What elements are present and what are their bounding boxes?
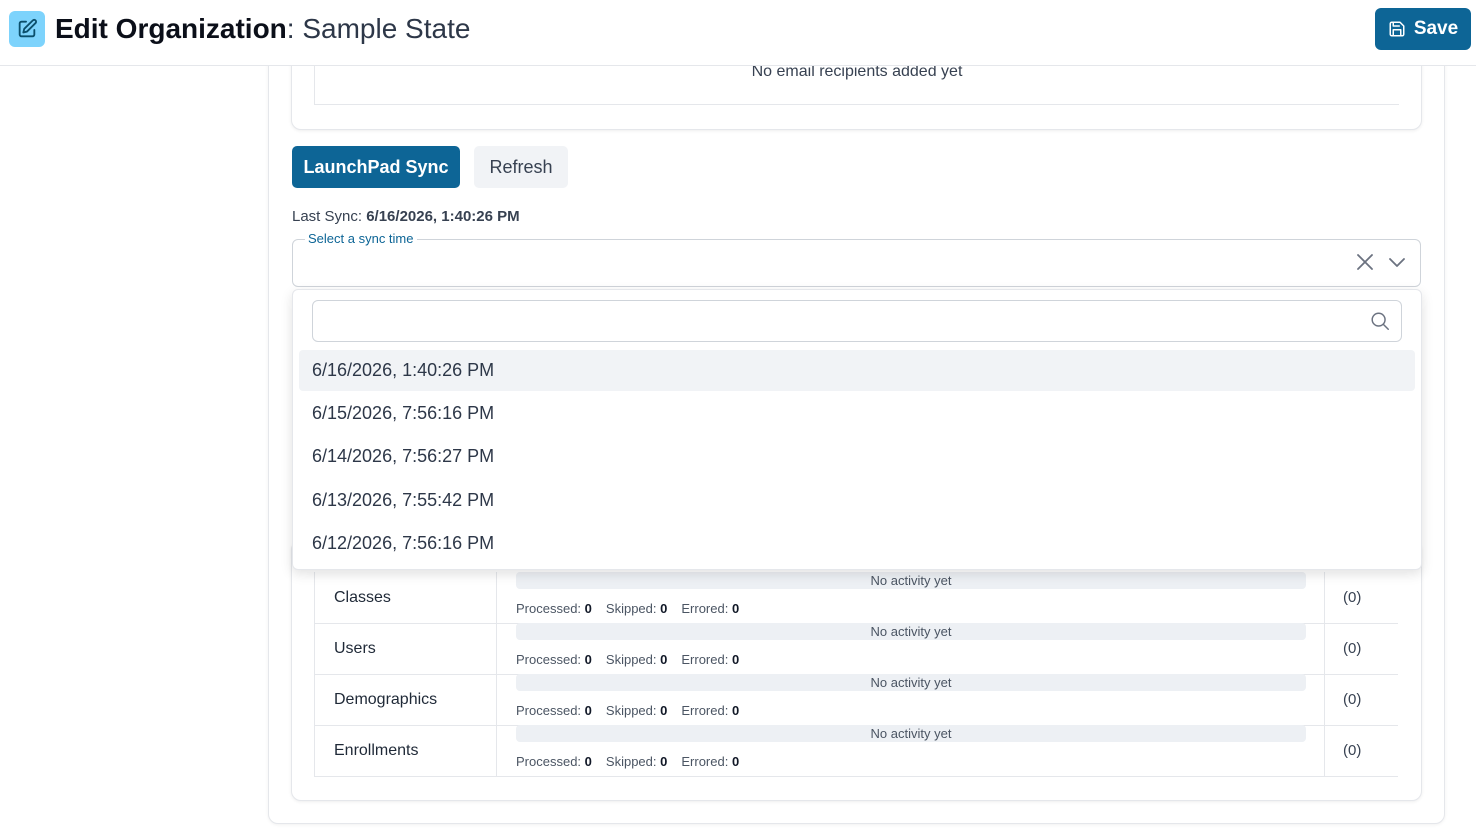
errored-count: 0 xyxy=(731,652,740,667)
processed-label: Processed: xyxy=(516,652,582,667)
dropdown-option[interactable]: 6/15/2026, 7:56:16 PM xyxy=(299,393,1415,434)
launchpad-sync-button[interactable]: LaunchPad Sync xyxy=(292,146,460,188)
dropdown-option[interactable]: 6/16/2026, 1:40:26 PM xyxy=(299,350,1415,391)
processed-count: 0 xyxy=(584,601,592,616)
errored-label: Errored: xyxy=(681,754,729,769)
processed-count: 0 xyxy=(584,652,592,667)
dropdown-option[interactable]: 6/14/2026, 7:56:27 PM xyxy=(299,436,1415,477)
progress-bar: No activity yet xyxy=(516,725,1306,742)
dropdown-search-input[interactable] xyxy=(312,300,1402,342)
dropdown-option[interactable]: 6/13/2026, 7:55:42 PM xyxy=(299,480,1415,521)
row-stats: Processed: 0 Skipped: 0 Errored: 0 xyxy=(516,652,753,667)
skipped-count: 0 xyxy=(660,754,668,769)
edit-icon xyxy=(9,11,45,47)
skipped-label: Skipped: xyxy=(605,754,657,769)
row-count: (0) xyxy=(1324,725,1398,776)
refresh-button[interactable]: Refresh xyxy=(474,146,568,188)
progress-bar: No activity yet xyxy=(516,623,1306,640)
page-title: Edit Organization: Sample State xyxy=(55,12,470,46)
page-title-org: : Sample State xyxy=(286,13,471,44)
last-sync-label: Last Sync: xyxy=(292,208,367,225)
skipped-label: Skipped: xyxy=(605,652,657,667)
last-sync-text: Last Sync: 6/16/2026, 1:40:26 PM xyxy=(292,208,520,225)
sync-time-select[interactable] xyxy=(292,239,1421,287)
save-button-label: Save xyxy=(1413,18,1459,39)
row-count: (0) xyxy=(1324,572,1398,623)
skipped-count: 0 xyxy=(660,652,668,667)
search-icon xyxy=(1369,310,1391,337)
row-count: (0) xyxy=(1324,674,1398,725)
errored-count: 0 xyxy=(731,754,740,769)
sync-time-select-label: Select a sync time xyxy=(305,231,417,246)
page-header: Edit Organization: Sample State Save xyxy=(0,0,1476,66)
row-count: (0) xyxy=(1324,623,1398,674)
errored-label: Errored: xyxy=(681,652,729,667)
processed-count: 0 xyxy=(584,754,592,769)
page-title-bold: Edit Organization xyxy=(55,13,287,44)
row-stats: Processed: 0 Skipped: 0 Errored: 0 xyxy=(516,601,753,616)
chevron-down-icon[interactable] xyxy=(1387,253,1407,276)
skipped-count: 0 xyxy=(660,703,668,718)
table-row: Users No activity yet Processed: 0 Skippe… xyxy=(314,623,1398,675)
skipped-label: Skipped: xyxy=(605,703,657,718)
entity-name: Demographics xyxy=(314,674,497,725)
last-sync-value: 6/16/2026, 1:40:26 PM xyxy=(366,208,520,225)
processed-label: Processed: xyxy=(516,754,582,769)
errored-label: Errored: xyxy=(681,601,729,616)
errored-count: 0 xyxy=(731,703,740,718)
row-stats: Processed: 0 Skipped: 0 Errored: 0 xyxy=(516,754,753,769)
errored-label: Errored: xyxy=(681,703,729,718)
dropdown-option[interactable]: 6/12/2026, 7:56:16 PM xyxy=(299,523,1415,564)
close-icon[interactable] xyxy=(1356,253,1374,276)
processed-count: 0 xyxy=(584,703,592,718)
progress-bar: No activity yet xyxy=(516,572,1306,589)
skipped-count: 0 xyxy=(660,601,668,616)
errored-count: 0 xyxy=(731,601,740,616)
save-button[interactable]: Save xyxy=(1375,8,1471,50)
sync-time-dropdown: 6/16/2026, 1:40:26 PM 6/15/2026, 7:56:16… xyxy=(292,289,1422,570)
entity-name: Classes xyxy=(314,572,497,623)
row-stats: Processed: 0 Skipped: 0 Errored: 0 xyxy=(516,703,753,718)
processed-label: Processed: xyxy=(516,601,582,616)
processed-label: Processed: xyxy=(516,703,582,718)
entity-name: Users xyxy=(314,623,497,674)
table-row: Enrollments No activity yet Processed: 0… xyxy=(314,725,1398,777)
progress-bar: No activity yet xyxy=(516,674,1306,691)
table-row: Classes No activity yet Processed: 0 Skip… xyxy=(314,572,1398,624)
entity-name: Enrollments xyxy=(314,725,497,776)
save-icon xyxy=(1389,21,1405,37)
skipped-label: Skipped: xyxy=(605,601,657,616)
table-row: Demographics No activity yet Processed: … xyxy=(314,674,1398,726)
